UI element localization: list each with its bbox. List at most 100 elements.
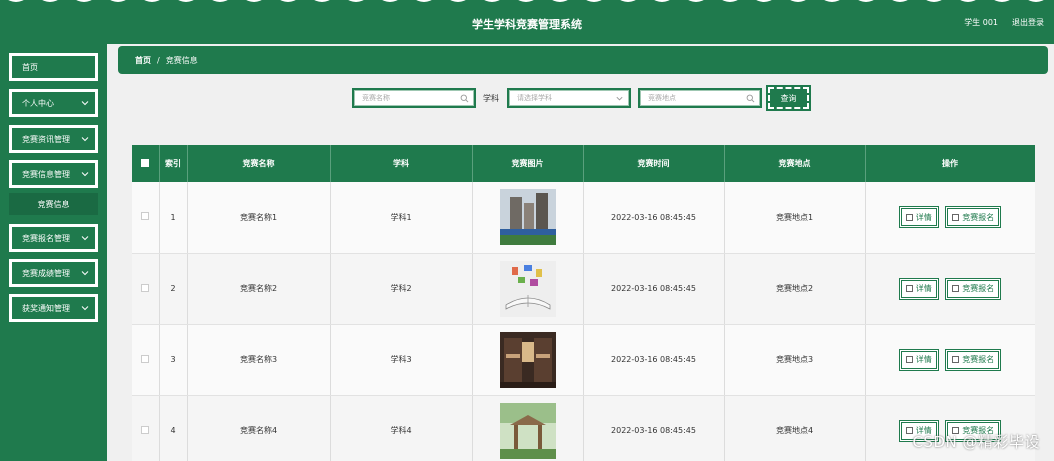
detail-button-label: 详情	[915, 355, 932, 364]
book-illustration[interactable]	[499, 260, 556, 317]
signup-button[interactable]: 竞赛报名	[945, 277, 1002, 300]
query-button[interactable]: 查询	[766, 85, 811, 111]
sidebar: 首页 个人中心 竞赛资讯管理 竞赛信息管理 竞赛信息 竞赛报名管理 竞赛成绩管理…	[0, 44, 107, 461]
column-header-subject: 学科	[330, 145, 473, 182]
subject-select[interactable]: 请选择学科	[507, 88, 631, 108]
search-icon	[460, 94, 469, 103]
row-name: 竞赛名称4	[187, 395, 331, 461]
breadcrumb: 首页 / 竞赛信息	[118, 46, 1048, 74]
chevron-down-icon	[81, 137, 89, 142]
signup-button[interactable]: 竞赛报名	[945, 348, 1002, 371]
sidebar-item-label: 个人中心	[22, 98, 54, 108]
logout-link[interactable]: 退出登录	[1012, 17, 1044, 28]
top-header: 学生学科竞赛管理系统 学生 001 退出登录	[0, 0, 1054, 44]
sidebar-item-registration-management[interactable]: 竞赛报名管理	[9, 224, 98, 252]
sidebar-item-label: 竞赛报名管理	[22, 233, 70, 243]
row-location: 竞赛地点4	[724, 395, 866, 461]
select-all-header[interactable]	[132, 145, 160, 182]
chevron-down-icon	[81, 271, 89, 276]
column-header-index: 索引	[159, 145, 188, 182]
scallop-decoration	[8, 0, 1044, 2]
competition-location-input[interactable]: 竞赛地点	[638, 88, 762, 108]
document-icon	[905, 285, 913, 292]
breadcrumb-home[interactable]: 首页	[135, 55, 151, 66]
row-index: 1	[159, 182, 188, 254]
row-time: 2022-03-16 08:45:45	[583, 324, 725, 396]
user-area: 学生 001 退出登录	[964, 17, 1044, 28]
row-time: 2022-03-16 08:45:45	[583, 182, 725, 254]
column-header-image: 竞赛图片	[472, 145, 584, 182]
row-location: 竞赛地点3	[724, 324, 866, 396]
row-location: 竞赛地点2	[724, 253, 866, 325]
row-checkbox[interactable]	[141, 212, 150, 221]
sidebar-subitem-competition-info[interactable]: 竞赛信息	[9, 193, 98, 215]
chevron-down-icon	[616, 96, 623, 101]
table-header-row: 索引 竞赛名称 学科 竞赛图片 竞赛时间 竞赛地点 操作	[132, 145, 1035, 182]
select-all-checkbox[interactable]	[141, 158, 150, 167]
chevron-down-icon	[81, 101, 89, 106]
chevron-down-icon	[81, 236, 89, 241]
signup-button-label: 竞赛报名	[962, 355, 995, 364]
row-index: 4	[159, 395, 188, 461]
sidebar-item-label: 竞赛成绩管理	[22, 268, 70, 278]
chevron-down-icon	[81, 306, 89, 311]
row-subject: 学科2	[330, 253, 473, 325]
document-icon	[905, 356, 913, 363]
row-name: 竞赛名称1	[187, 182, 331, 254]
dorm-room-photo[interactable]	[499, 331, 556, 388]
row-name: 竞赛名称3	[187, 324, 331, 396]
row-time: 2022-03-16 08:45:45	[583, 253, 725, 325]
row-subject: 学科1	[330, 182, 473, 254]
search-icon	[746, 94, 755, 103]
watermark: CSDN @精彩毕设	[912, 433, 1040, 451]
username: 学生 001	[964, 18, 998, 27]
sidebar-item-competition-management[interactable]: 竞赛信息管理	[9, 160, 98, 188]
table-row: 1 竞赛名称1 学科1 2022-03-16 08:45:45 竞赛地点1 详情…	[132, 182, 1035, 254]
subject-select-placeholder: 请选择学科	[517, 94, 552, 102]
signup-button[interactable]: 竞赛报名	[945, 206, 1002, 229]
row-index: 2	[159, 253, 188, 325]
row-checkbox[interactable]	[141, 354, 150, 363]
detail-button[interactable]: 详情	[898, 277, 939, 300]
sidebar-item-score-management[interactable]: 竞赛成绩管理	[9, 259, 98, 287]
table-row: 3 竞赛名称3 学科3 2022-03-16 08:45:45 竞赛地点3 详情…	[132, 324, 1035, 396]
breadcrumb-current: 竞赛信息	[165, 55, 198, 65]
sidebar-item-news-management[interactable]: 竞赛资讯管理	[9, 125, 98, 153]
document-icon	[952, 356, 960, 363]
column-header-actions: 操作	[865, 145, 1035, 182]
signup-button-label: 竞赛报名	[962, 284, 995, 293]
sidebar-item-home[interactable]: 首页	[9, 53, 98, 81]
signup-button-label: 竞赛报名	[962, 212, 995, 222]
row-checkbox[interactable]	[141, 283, 150, 292]
sidebar-item-label: 竞赛信息管理	[22, 169, 70, 179]
row-checkbox[interactable]	[141, 425, 150, 434]
pavilion-photo[interactable]	[499, 402, 556, 459]
row-subject: 学科3	[330, 324, 473, 396]
row-name: 竞赛名称2	[187, 253, 331, 325]
competition-name-placeholder: 竞赛名称	[362, 94, 390, 102]
column-header-time: 竞赛时间	[583, 145, 725, 182]
row-index: 3	[159, 324, 188, 396]
detail-button[interactable]: 详情	[898, 348, 939, 371]
table-row: 4 竞赛名称4 学科4 2022-03-16 08:45:45 竞赛地点4 详情…	[132, 395, 1035, 461]
document-icon	[952, 213, 960, 221]
sidebar-item-label: 首页	[22, 62, 38, 72]
sidebar-item-label: 竞赛资讯管理	[22, 134, 70, 144]
chevron-down-icon	[81, 172, 89, 177]
detail-button[interactable]: 详情	[898, 206, 939, 229]
sidebar-item-award-notice-management[interactable]: 获奖通知管理	[9, 294, 98, 322]
building-photo[interactable]	[499, 189, 556, 246]
column-header-name: 竞赛名称	[187, 145, 331, 182]
breadcrumb-separator: /	[157, 55, 160, 65]
subject-label: 学科	[483, 94, 499, 103]
competition-table: 索引 竞赛名称 学科 竞赛图片 竞赛时间 竞赛地点 操作 1 竞赛名称1 学科1	[132, 145, 1035, 461]
row-subject: 学科4	[330, 395, 473, 461]
detail-button-label: 详情	[915, 284, 932, 293]
competition-location-placeholder: 竞赛地点	[648, 94, 676, 102]
column-header-location: 竞赛地点	[724, 145, 866, 182]
competition-name-input[interactable]: 竞赛名称	[352, 88, 476, 108]
row-time: 2022-03-16 08:45:45	[583, 395, 725, 461]
table-row: 2 竞赛名称2 学科2 2022-03-16 08:45:45 竞赛地点2 详情…	[132, 253, 1035, 325]
sidebar-item-personal-center[interactable]: 个人中心	[9, 89, 98, 117]
sidebar-item-label: 获奖通知管理	[22, 303, 70, 313]
